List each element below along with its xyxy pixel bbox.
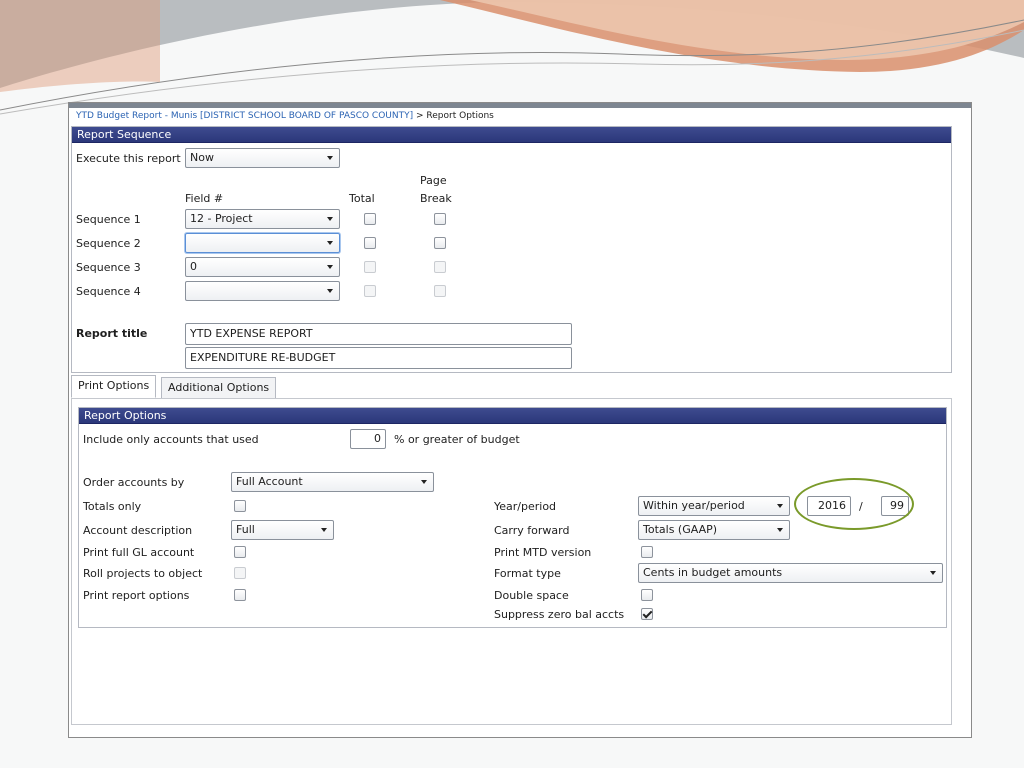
- chevron-down-icon: [421, 480, 427, 484]
- execute-select[interactable]: Now: [185, 148, 340, 168]
- chevron-down-icon: [327, 156, 333, 160]
- suppress-zero-checkbox[interactable]: [641, 608, 653, 620]
- chevron-down-icon: [327, 265, 333, 269]
- chevron-down-icon: [321, 528, 327, 532]
- report-title-label: Report title: [76, 327, 148, 340]
- carry-forward-select[interactable]: Totals (GAAP): [638, 520, 790, 540]
- account-description-label: Account description: [83, 524, 193, 537]
- sequence-4-field-select[interactable]: [185, 281, 340, 301]
- application-window: YTD Budget Report - Munis [DISTRICT SCHO…: [68, 102, 972, 738]
- print-mtd-checkbox[interactable]: [641, 546, 653, 558]
- breadcrumb-current: Report Options: [426, 111, 494, 121]
- format-type-label: Format type: [494, 567, 561, 580]
- tab-print-options[interactable]: Print Options: [71, 375, 157, 398]
- sequence-3-field-value: 0: [190, 260, 197, 273]
- sequence-2-field-select[interactable]: [185, 233, 340, 253]
- carry-forward-value: Totals (GAAP): [643, 523, 718, 536]
- window-top-bar: [69, 103, 971, 108]
- highlight-annotation: [794, 478, 914, 530]
- execute-label: Execute this report: [76, 152, 181, 165]
- totals-only-label: Totals only: [83, 500, 142, 513]
- suppress-zero-label: Suppress zero bal accts: [494, 608, 625, 621]
- format-type-select[interactable]: Cents in budget amounts: [638, 563, 943, 583]
- print-full-gl-checkbox[interactable]: [234, 546, 246, 558]
- print-full-gl-label: Print full GL account: [83, 546, 195, 559]
- report-sequence-header: Report Sequence: [72, 127, 951, 143]
- sequence-1-field-value: 12 - Project: [190, 212, 253, 225]
- sequence-3-page-break-checkbox: [434, 261, 446, 273]
- carry-forward-label: Carry forward: [494, 524, 570, 537]
- double-space-label: Double space: [494, 589, 569, 602]
- totals-only-checkbox[interactable]: [234, 500, 246, 512]
- breadcrumb: YTD Budget Report - Munis [DISTRICT SCHO…: [76, 110, 494, 122]
- breadcrumb-link[interactable]: YTD Budget Report - Munis [DISTRICT SCHO…: [76, 111, 413, 121]
- execute-select-value: Now: [190, 151, 214, 164]
- order-accounts-select[interactable]: Full Account: [231, 472, 434, 492]
- year-period-select[interactable]: Within year/period: [638, 496, 790, 516]
- order-accounts-label: Order accounts by: [83, 476, 185, 489]
- sequence-3-field-select[interactable]: 0: [185, 257, 340, 277]
- format-type-value: Cents in budget amounts: [643, 566, 783, 579]
- sequence-4-page-break-checkbox: [434, 285, 446, 297]
- account-description-select[interactable]: Full: [231, 520, 334, 540]
- sequence-4-label: Sequence 4: [76, 285, 141, 298]
- report-options-header: Report Options: [79, 408, 946, 424]
- sequence-1-total-checkbox[interactable]: [364, 213, 376, 225]
- sequence-2-page-break-checkbox[interactable]: [434, 237, 446, 249]
- col-break-label: Break: [420, 192, 452, 205]
- sequence-1-field-select[interactable]: 12 - Project: [185, 209, 340, 229]
- chevron-down-icon: [930, 571, 936, 575]
- roll-projects-label: Roll projects to object: [83, 567, 203, 580]
- chevron-down-icon: [327, 289, 333, 293]
- print-mtd-label: Print MTD version: [494, 546, 592, 559]
- order-accounts-value: Full Account: [236, 475, 303, 488]
- col-field-label: Field #: [185, 192, 224, 205]
- sequence-2-label: Sequence 2: [76, 237, 141, 250]
- account-description-value: Full: [236, 523, 255, 536]
- sequence-3-total-checkbox: [364, 261, 376, 273]
- include-accounts-label: Include only accounts that used: [83, 433, 259, 446]
- sequence-4-total-checkbox: [364, 285, 376, 297]
- print-report-options-checkbox[interactable]: [234, 589, 246, 601]
- sequence-1-label: Sequence 1: [76, 213, 141, 226]
- print-options-tab-content: Report Options Include only accounts tha…: [71, 398, 952, 725]
- sequence-1-page-break-checkbox[interactable]: [434, 213, 446, 225]
- breadcrumb-separator: >: [416, 111, 424, 121]
- chevron-down-icon: [327, 241, 333, 245]
- col-page-label: Page: [420, 174, 447, 187]
- report-sequence-panel: Report Sequence Execute this report Now …: [71, 126, 952, 373]
- double-space-checkbox[interactable]: [641, 589, 653, 601]
- include-percent-suffix: % or greater of budget: [394, 433, 520, 446]
- sequence-2-total-checkbox[interactable]: [364, 237, 376, 249]
- roll-projects-checkbox: [234, 567, 246, 579]
- report-title-line-2-input[interactable]: EXPENDITURE RE-BUDGET: [185, 347, 572, 369]
- year-period-label: Year/period: [494, 500, 557, 513]
- chevron-down-icon: [327, 217, 333, 221]
- chevron-down-icon: [777, 528, 783, 532]
- print-report-options-label: Print report options: [83, 589, 190, 602]
- year-period-value: Within year/period: [643, 499, 745, 512]
- col-total-label: Total: [349, 192, 375, 205]
- tab-additional-options[interactable]: Additional Options: [161, 377, 277, 399]
- sequence-3-label: Sequence 3: [76, 261, 141, 274]
- include-percent-input[interactable]: 0: [350, 429, 386, 449]
- chevron-down-icon: [777, 504, 783, 508]
- report-title-line-1-input[interactable]: YTD EXPENSE REPORT: [185, 323, 572, 345]
